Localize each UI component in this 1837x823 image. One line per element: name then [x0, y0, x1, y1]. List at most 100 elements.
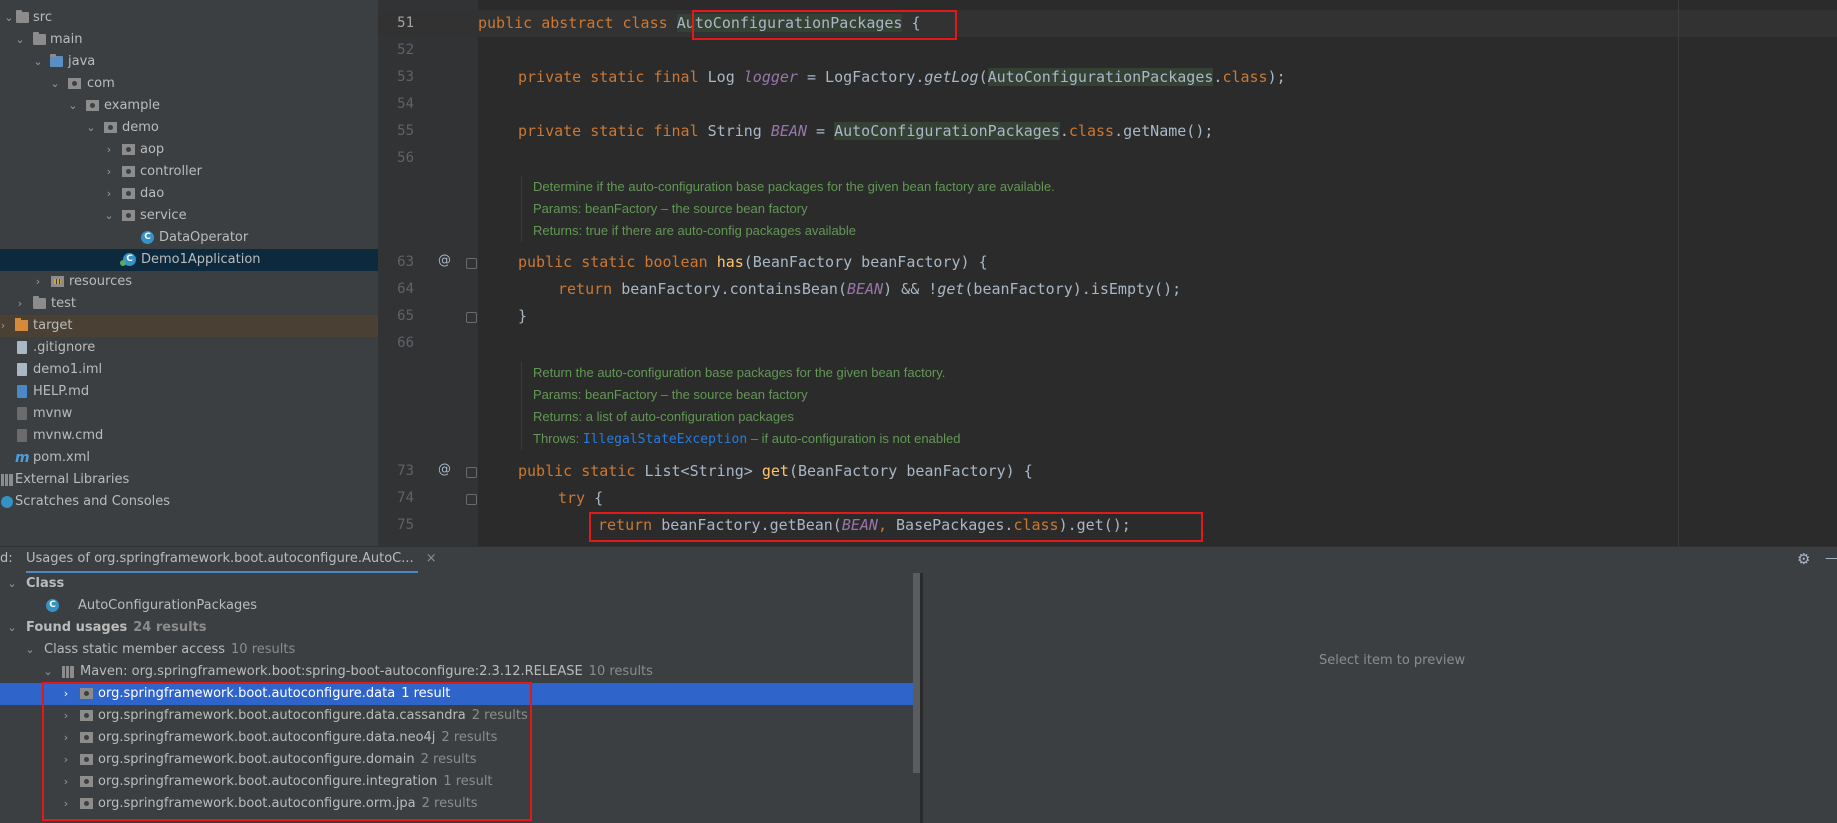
package-icon	[104, 122, 117, 133]
fold-icon[interactable]	[466, 258, 477, 269]
keyword: return	[558, 280, 622, 298]
chevron-down-icon[interactable]: ⌄	[85, 117, 97, 139]
code-line-65[interactable]: }	[518, 303, 527, 330]
fold-icon[interactable]	[466, 312, 477, 323]
tree-item-dataoperator[interactable]: C DataOperator	[0, 227, 378, 249]
fold-icon[interactable]	[466, 467, 477, 478]
chevron-down-icon[interactable]: ⌄	[67, 95, 79, 117]
usages-group-found[interactable]: ⌄ Found usages 24 results	[0, 617, 920, 639]
tree-item-aop[interactable]: › aop	[0, 139, 378, 161]
tree-item-test[interactable]: › test	[0, 293, 378, 315]
class-ref: AutoConfigurationPackages	[987, 68, 1214, 86]
rendered-javadoc[interactable]: Determine if the auto-configuration base…	[521, 176, 1622, 242]
line-number: 52	[397, 42, 414, 58]
package-icon	[86, 100, 99, 111]
tree-item-scratches[interactable]: Scratches and Consoles	[0, 491, 378, 513]
doc-line: Return the auto-configuration base packa…	[533, 365, 946, 380]
tree-item-dao[interactable]: › dao	[0, 183, 378, 205]
chevron-down-icon[interactable]: ⌄	[103, 205, 115, 227]
usages-group-class[interactable]: ⌄ Class	[0, 573, 920, 595]
tree-item-src[interactable]: ⌄ src	[0, 7, 378, 29]
chevron-right-icon[interactable]: ›	[103, 183, 115, 205]
code-text: ) && !	[883, 280, 938, 298]
tree-item-demo1-iml[interactable]: demo1.iml	[0, 359, 378, 381]
tree-item-label: src	[33, 10, 52, 25]
chevron-right-icon[interactable]: ›	[103, 161, 115, 183]
fold-icon[interactable]	[466, 494, 477, 505]
type: List<String>	[644, 462, 762, 480]
tree-item-resources[interactable]: › resources	[0, 271, 378, 293]
tab-usages[interactable]: Usages of org.springframework.boot.autoc…	[26, 547, 437, 574]
minimize-icon[interactable]: —	[1825, 547, 1837, 571]
line-number: 56	[397, 150, 414, 166]
line-number: 55	[397, 123, 414, 139]
excluded-folder-icon	[15, 318, 28, 331]
field: logger	[743, 68, 798, 86]
folder-icon	[33, 32, 46, 45]
method-name: get	[761, 462, 789, 480]
tree-item-demo[interactable]: ⌄ demo	[0, 117, 378, 139]
tree-item-main[interactable]: ⌄ main	[0, 29, 378, 51]
group-label: Class	[26, 576, 65, 591]
tree-item-label: External Libraries	[15, 472, 130, 487]
preview-placeholder: Select item to preview	[1319, 653, 1466, 668]
tree-item-java[interactable]: ⌄ java	[0, 51, 378, 73]
tree-item-help-md[interactable]: HELP.md	[0, 381, 378, 403]
annotation-box	[692, 10, 957, 40]
chevron-down-icon[interactable]: ⌄	[3, 7, 15, 29]
chevron-down-icon[interactable]: ⌄	[6, 573, 18, 595]
class-icon: C	[141, 231, 154, 244]
tree-item-label: .gitignore	[33, 340, 96, 355]
code-line-55[interactable]: private static final String BEAN = AutoC…	[518, 118, 1213, 145]
chevron-down-icon[interactable]: ⌄	[49, 73, 61, 95]
chevron-down-icon[interactable]: ⌄	[6, 617, 18, 639]
tree-item-example[interactable]: ⌄ example	[0, 95, 378, 117]
chevron-down-icon[interactable]: ⌄	[42, 661, 54, 683]
close-icon[interactable]: ×	[426, 551, 437, 566]
markdown-file-icon	[17, 385, 27, 398]
rendered-javadoc[interactable]: Return the auto-configuration base packa…	[521, 362, 1622, 450]
chevron-right-icon[interactable]: ›	[0, 315, 9, 337]
code-line-73[interactable]: public static List<String> get(BeanFacto…	[518, 458, 1033, 485]
tree-item-demo1application[interactable]: C Demo1Application	[0, 249, 378, 271]
implementation-at-icon[interactable]: @	[438, 253, 451, 268]
tree-item-gitignore[interactable]: .gitignore	[0, 337, 378, 359]
doc-line: Params: beanFactory – the source bean fa…	[533, 201, 808, 216]
code-line-74[interactable]: try {	[558, 485, 603, 512]
tree-item-label: pom.xml	[33, 450, 90, 465]
code-line-64[interactable]: return beanFactory.containsBean(BEAN) &&…	[558, 276, 1181, 303]
chevron-right-icon[interactable]: ›	[103, 139, 115, 161]
keyword: class	[1068, 122, 1115, 140]
libraries-icon	[1, 474, 13, 486]
usages-group-static-access[interactable]: ⌄ Class static member access 10 results	[0, 639, 920, 661]
usages-scrollbar[interactable]	[913, 573, 920, 773]
chevron-down-icon[interactable]: ⌄	[14, 29, 26, 51]
code-text: .getName();	[1114, 122, 1214, 140]
chevron-down-icon[interactable]: ⌄	[24, 639, 36, 661]
tree-item-mvnw[interactable]: mvnw	[0, 403, 378, 425]
chevron-right-icon[interactable]: ›	[14, 293, 26, 315]
tree-item-external-libraries[interactable]: External Libraries	[0, 469, 378, 491]
library-icon	[62, 666, 74, 678]
tree-item-service[interactable]: ⌄ service	[0, 205, 378, 227]
tree-item-label: mvnw	[33, 406, 73, 421]
usages-class-item[interactable]: C AutoConfigurationPackages	[0, 595, 920, 617]
code-line-63[interactable]: public static boolean has(BeanFactory be…	[518, 249, 988, 276]
exception-link[interactable]: IllegalStateException	[583, 432, 747, 447]
chevron-right-icon[interactable]: ›	[32, 271, 44, 293]
doc-throws-label: Throws:	[533, 431, 583, 446]
implementation-at-icon[interactable]: @	[438, 462, 451, 477]
usages-group-maven[interactable]: ⌄ Maven: org.springframework.boot:spring…	[0, 661, 920, 683]
tree-item-controller[interactable]: › controller	[0, 161, 378, 183]
chevron-down-icon[interactable]: ⌄	[32, 51, 44, 73]
tree-item-target[interactable]: › target	[0, 315, 378, 337]
gear-icon[interactable]: ⚙	[1797, 547, 1810, 571]
doc-text: – if auto-configuration is not enabled	[747, 431, 961, 446]
keyword: public static	[518, 462, 645, 480]
line-number: 65	[397, 308, 414, 324]
code-line-53[interactable]: private static final Log logger = LogFac…	[518, 64, 1286, 91]
tree-item-com[interactable]: ⌄ com	[0, 73, 378, 95]
line-number: 54	[397, 96, 414, 112]
tree-item-mvnw-cmd[interactable]: mvnw.cmd	[0, 425, 378, 447]
tree-item-pom-xml[interactable]: m pom.xml	[0, 447, 378, 469]
